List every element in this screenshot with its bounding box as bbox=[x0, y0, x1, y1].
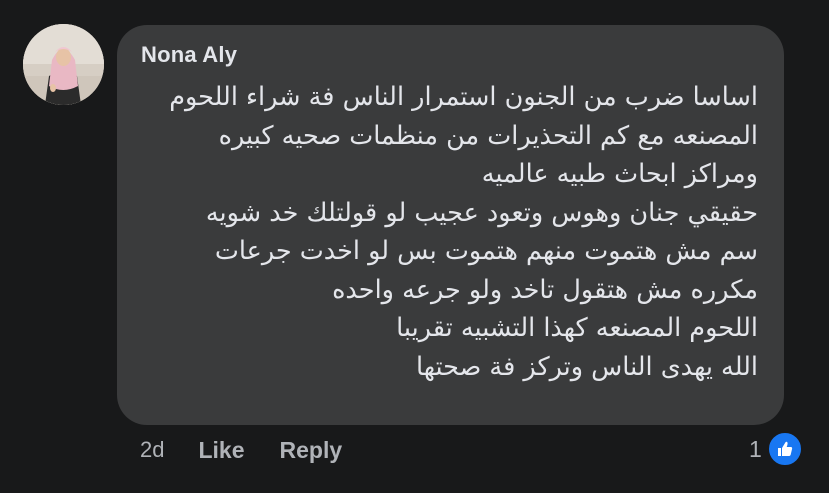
reply-button[interactable]: Reply bbox=[280, 437, 343, 464]
comment-line: مكرره مش هتقول تاخد ولو جرعه واحده bbox=[332, 274, 758, 305]
comment-actions: 2d Like Reply bbox=[140, 434, 342, 466]
reactions-summary[interactable]: 1 bbox=[749, 431, 803, 467]
reaction-count: 1 bbox=[749, 435, 762, 462]
comment-line: سم مش هتموت منهم هتموت بس لو اخدت جرعات bbox=[214, 236, 758, 266]
comment-line: الله يهدى الناس وتركز فة صحتها bbox=[415, 351, 758, 382]
comment-line: حقيقي جنان وهوس وتعود عجيب لو قولتلك خد … bbox=[205, 197, 758, 228]
comment-line: اللحوم المصنعه كهذا التشبيه تقريبا bbox=[396, 313, 758, 343]
thumbs-up-icon bbox=[777, 441, 792, 456]
comment-body: اساسا ضرب من الجنون استمرار الناس فة شرا… bbox=[138, 78, 758, 386]
profile-photo-icon bbox=[23, 24, 104, 105]
comment-bubble: Nona Aly اساسا ضرب من الجنون استمرار الن… bbox=[117, 25, 784, 425]
like-button[interactable]: Like bbox=[198, 437, 244, 464]
comment-container: Nona Aly اساسا ضرب من الجنون استمرار الن… bbox=[0, 0, 829, 493]
comment-line: ومراكز ابحاث طبيه عالميه bbox=[481, 159, 758, 189]
avatar[interactable] bbox=[23, 24, 104, 105]
comment-timestamp[interactable]: 2d bbox=[140, 437, 164, 463]
like-reaction-badge bbox=[766, 431, 803, 467]
comment-line: المصنعه مع كم التحذيرات من منظمات صحيه ك… bbox=[218, 120, 758, 151]
comment-author[interactable]: Nona Aly bbox=[141, 42, 237, 68]
comment-line: اساسا ضرب من الجنون استمرار الناس فة شرا… bbox=[169, 82, 758, 112]
